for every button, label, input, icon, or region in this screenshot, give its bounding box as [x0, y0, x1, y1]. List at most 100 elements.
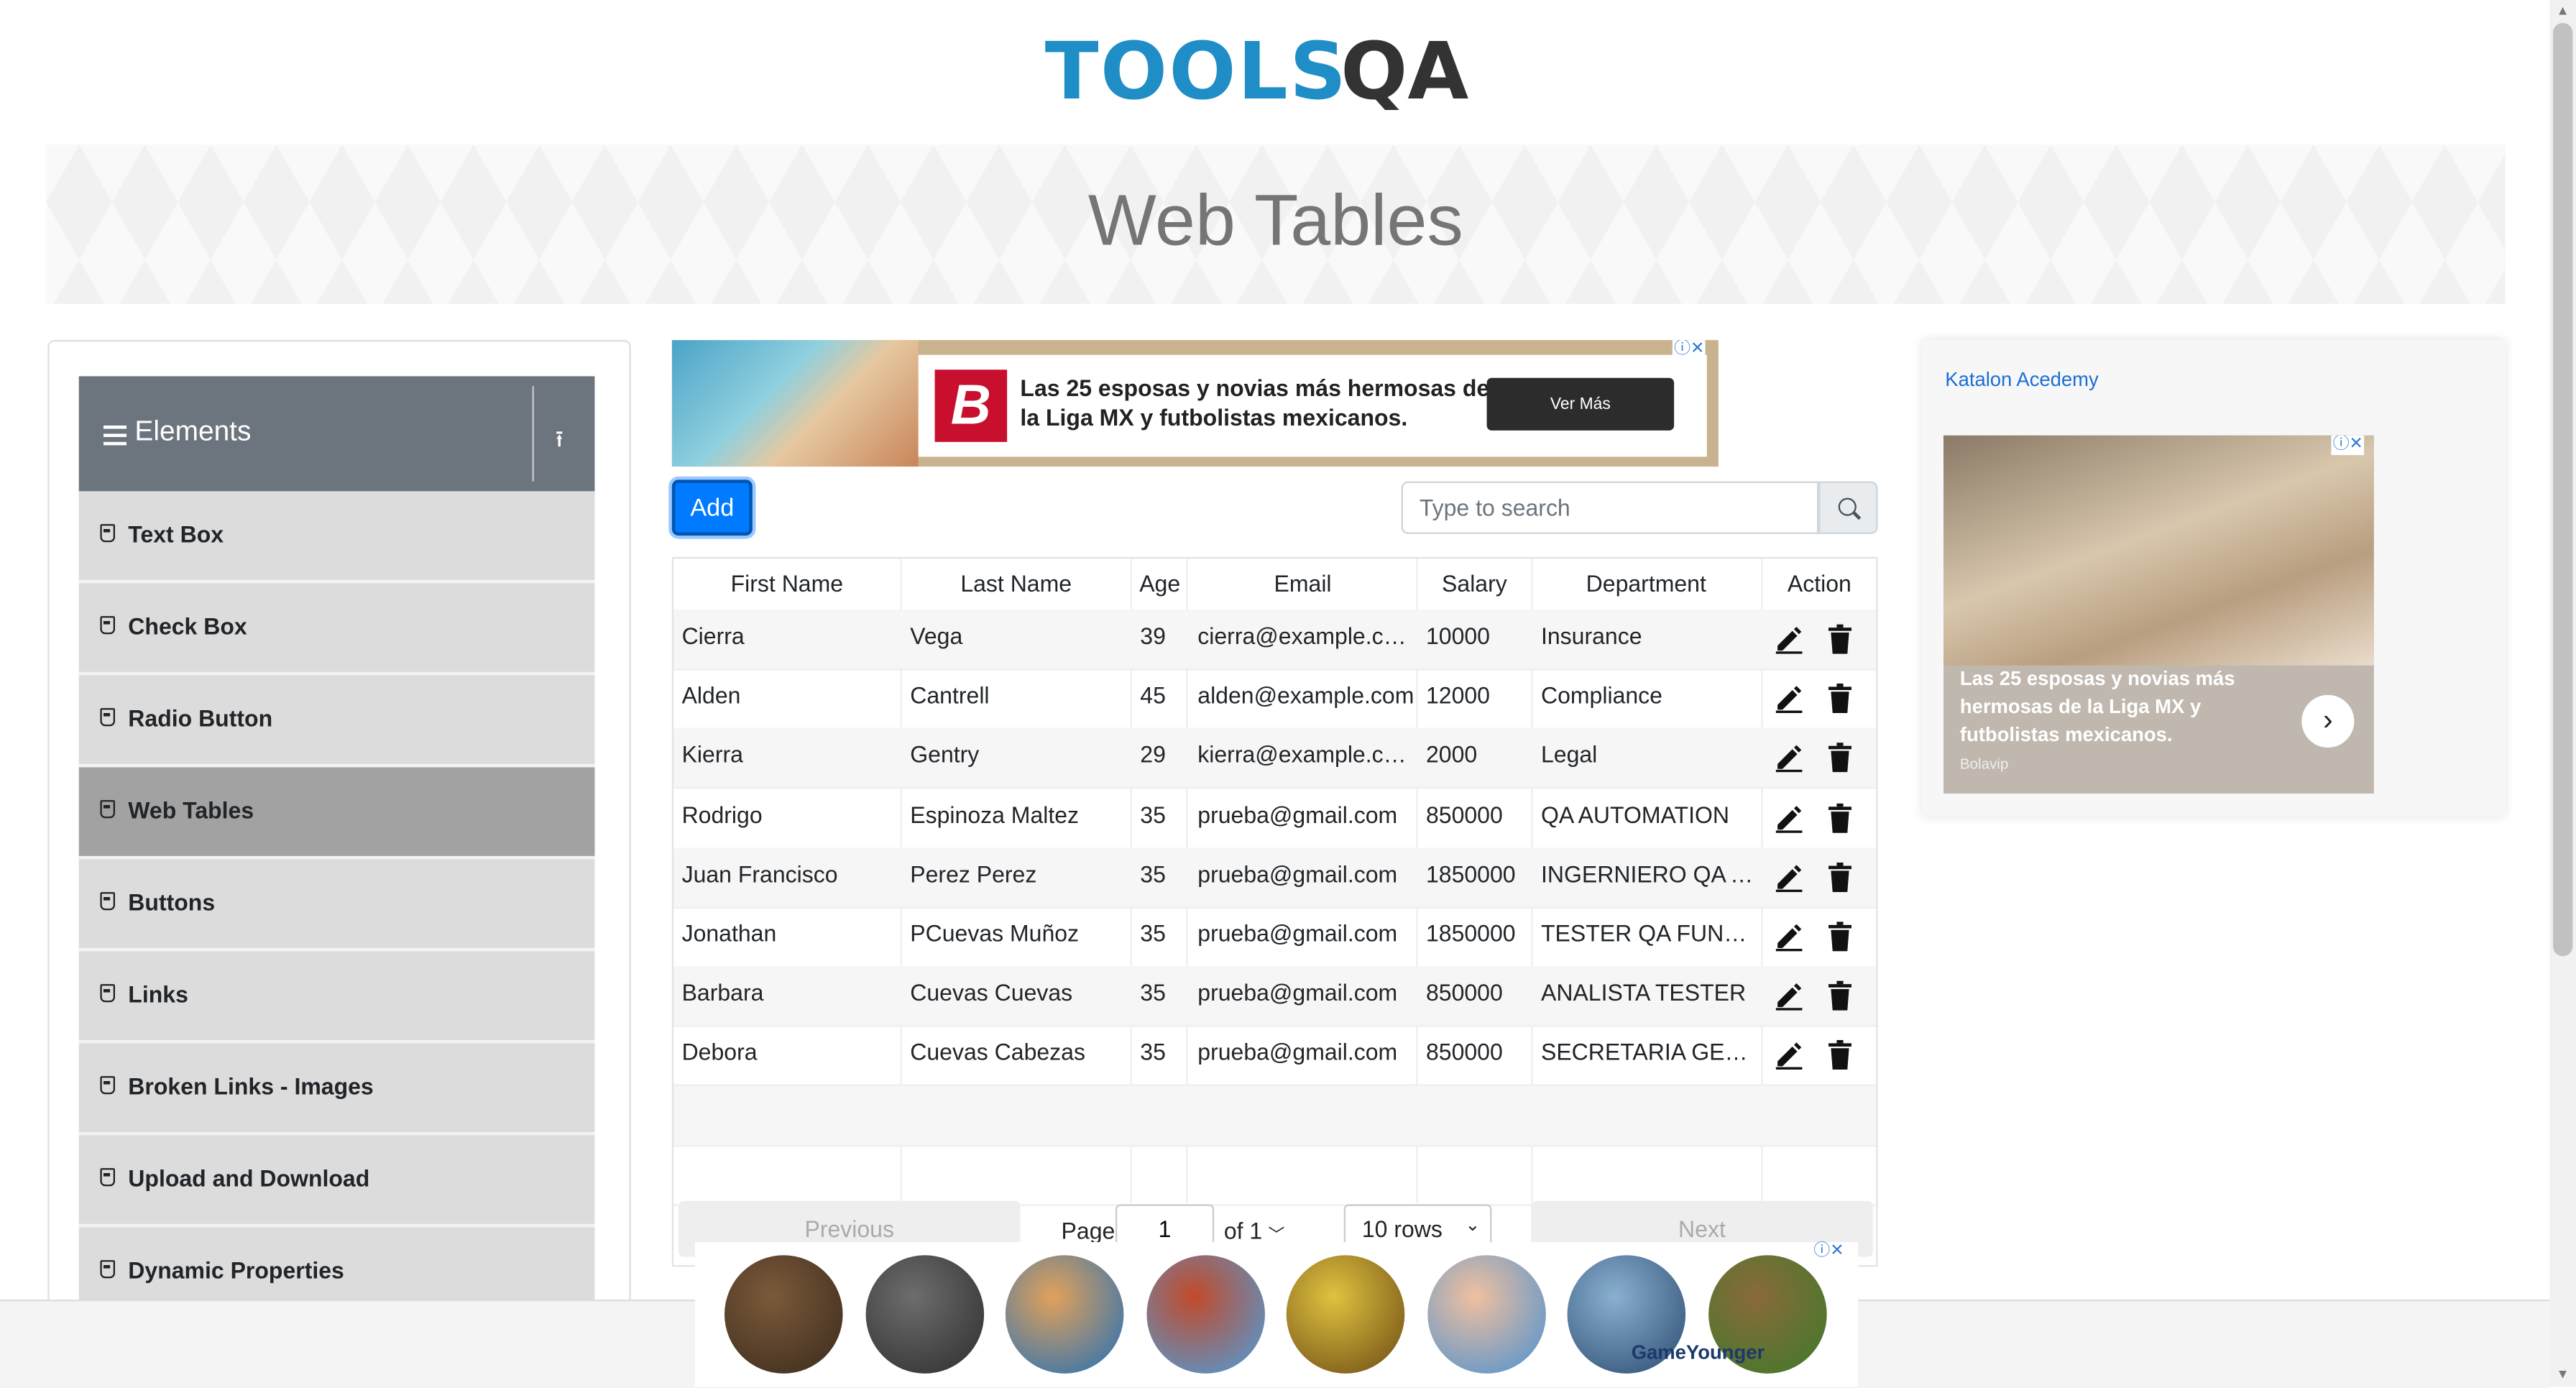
sidebar-item-text-box[interactable]: Text Box	[78, 491, 595, 584]
cell-last-name: PCuevas Muñoz	[910, 919, 1080, 947]
table-row: Jonathan PCuevas Muñoz 35 prueba@gmail.com 1…	[673, 907, 1877, 968]
ad-card[interactable]: Las 25 esposas y novias más hermosas de …	[1943, 435, 2374, 794]
vertical-scrollbar[interactable]: ▲ ▼	[2549, 0, 2576, 1387]
sidebar-item-label: Upload and Download	[128, 1164, 370, 1192]
cell-last-name: Gentry	[910, 741, 980, 768]
edit-icon[interactable]	[1775, 803, 1804, 832]
sidebar-group-elements[interactable]: Elements ⭱	[78, 376, 595, 492]
scroll-up-arrow-icon[interactable]: ▲	[2557, 4, 2570, 19]
cell-last-name: Cuevas Cabezas	[910, 1039, 1085, 1066]
delete-icon[interactable]	[1828, 980, 1852, 1011]
sidebar-item-web-tables[interactable]: Web Tables	[78, 767, 595, 860]
column-header-last-name[interactable]: Last Name	[902, 570, 1131, 597]
cell-email: alden@example.com	[1197, 681, 1414, 709]
games-advertisement[interactable]: GameYounger ⓘ✕	[694, 1241, 1859, 1387]
edit-icon[interactable]	[1775, 981, 1804, 1011]
cell-age: 35	[1140, 801, 1166, 828]
game-thumbnail-icon[interactable]	[1146, 1255, 1264, 1374]
collapse-up-icon[interactable]: ⭱	[556, 422, 564, 461]
sidebar: Elements ⭱ Text Box Check Box Radio Button…	[47, 340, 631, 1362]
edit-icon[interactable]	[1775, 625, 1804, 654]
edit-icon[interactable]	[1775, 684, 1804, 714]
cell-first-name: Jonathan	[681, 919, 777, 947]
cell-first-name: Juan Francisco	[681, 860, 838, 887]
scrollbar-thumb[interactable]	[2552, 22, 2573, 957]
delete-icon[interactable]	[1828, 743, 1852, 773]
ad-cta-button[interactable]: Ver Más	[1486, 377, 1675, 431]
chevron-right-icon[interactable]: ›	[2301, 694, 2355, 748]
sidebar-item-label: Buttons	[128, 888, 216, 916]
sidebar-item-broken-links-images[interactable]: Broken Links - Images	[78, 1043, 595, 1136]
cell-email: prueba@gmail.com	[1197, 979, 1398, 1006]
delete-icon[interactable]	[1828, 684, 1852, 714]
cell-age: 39	[1140, 622, 1166, 649]
column-header-department[interactable]: Department	[1531, 570, 1761, 597]
html5-icon	[100, 1076, 115, 1095]
cell-email: cierra@example.com	[1197, 622, 1414, 649]
sidebar-item-label: Text Box	[128, 520, 224, 548]
sidebar-item-label: Broken Links - Images	[128, 1072, 374, 1100]
katalon-ad-link[interactable]: Katalon Acedemy	[1945, 368, 2098, 391]
cell-age: 45	[1140, 681, 1166, 709]
sidebar-item-upload-and-download[interactable]: Upload and Download	[78, 1135, 595, 1228]
ad-card-source: Bolavip	[1959, 755, 2009, 773]
game-thumbnail-icon[interactable]	[1005, 1255, 1124, 1374]
cell-department: SECRETARIA GERE...	[1540, 1039, 1755, 1066]
cell-email: kierra@example.com	[1197, 741, 1414, 768]
cell-last-name: Espinoza Maltez	[910, 801, 1080, 828]
advertisement-banner[interactable]: B Las 25 esposas y novias más hermosas d…	[671, 340, 1719, 467]
ad-headline[interactable]: Las 25 esposas y novias más hermosas de …	[1020, 373, 1496, 432]
page-label: Page	[1061, 1217, 1116, 1244]
ad-photo	[671, 340, 919, 467]
table-row: Debora Cuevas Cabezas 35 prueba@gmail.com 85…	[673, 1026, 1877, 1087]
sidebar-item-label: Links	[128, 980, 188, 1008]
edit-icon[interactable]	[1775, 743, 1804, 773]
cell-salary: 10000	[1425, 622, 1490, 649]
html5-icon	[100, 524, 115, 543]
delete-icon[interactable]	[1828, 862, 1852, 892]
sidebar-item-links[interactable]: Links	[78, 951, 595, 1044]
column-header-email[interactable]: Email	[1188, 570, 1418, 597]
ad-close-icon[interactable]: ⓘ✕	[1672, 340, 1706, 360]
edit-icon[interactable]	[1775, 863, 1804, 892]
ad-close-icon[interactable]: ⓘ✕	[1812, 1241, 1846, 1262]
delete-icon[interactable]	[1828, 802, 1852, 832]
edit-icon[interactable]	[1775, 921, 1804, 952]
add-record-button[interactable]: Add	[671, 479, 753, 536]
game-thumbnail-icon[interactable]	[724, 1255, 843, 1374]
scroll-down-arrow-icon[interactable]: ▼	[2557, 1367, 2570, 1382]
ad-card-image	[1943, 435, 2374, 666]
cell-salary: 2000	[1425, 741, 1478, 768]
cell-email: prueba@gmail.com	[1197, 801, 1398, 828]
sidebar-item-label: Radio Button	[128, 704, 273, 732]
sidebar-item-buttons[interactable]: Buttons	[78, 859, 595, 952]
page-banner: Web Tables	[45, 144, 2506, 304]
ad-card-caption[interactable]: Las 25 esposas y novias más hermosas de …	[1960, 666, 2272, 750]
game-thumbnail-icon[interactable]	[1427, 1255, 1545, 1374]
sidebar-advertisement: Katalon Acedemy Las 25 esposas y novias …	[1922, 340, 2506, 817]
column-header-salary[interactable]: Salary	[1418, 570, 1532, 597]
column-header-action: Action	[1787, 570, 1852, 597]
delete-icon[interactable]	[1828, 624, 1852, 654]
html5-icon	[100, 708, 115, 727]
column-header-first-name[interactable]: First Name	[673, 570, 900, 597]
html5-icon	[100, 1260, 115, 1279]
ad-close-icon[interactable]: ⓘ✕	[2331, 435, 2365, 456]
search-button[interactable]	[1818, 481, 1878, 534]
game-thumbnail-icon[interactable]	[865, 1255, 983, 1374]
delete-icon[interactable]	[1828, 1040, 1852, 1070]
html5-icon	[100, 800, 115, 819]
sidebar-item-check-box[interactable]: Check Box	[78, 583, 595, 676]
game-thumbnail-icon[interactable]	[1286, 1255, 1405, 1374]
table-row: Barbara Cuevas Cuevas 35 prueba@gmail.com 85…	[673, 966, 1877, 1027]
sidebar-item-label: Check Box	[128, 612, 247, 640]
ad-brand-logo: B	[934, 369, 1008, 442]
toolsqa-logo[interactable]: TOOLS QA	[1045, 19, 1513, 134]
sidebar-item-radio-button[interactable]: Radio Button	[78, 675, 595, 768]
html5-icon	[100, 1168, 115, 1187]
cell-first-name: Rodrigo	[681, 801, 763, 828]
delete-icon[interactable]	[1828, 921, 1852, 952]
search-input[interactable]	[1401, 481, 1819, 534]
column-header-age[interactable]: Age	[1132, 570, 1188, 597]
edit-icon[interactable]	[1775, 1041, 1804, 1070]
